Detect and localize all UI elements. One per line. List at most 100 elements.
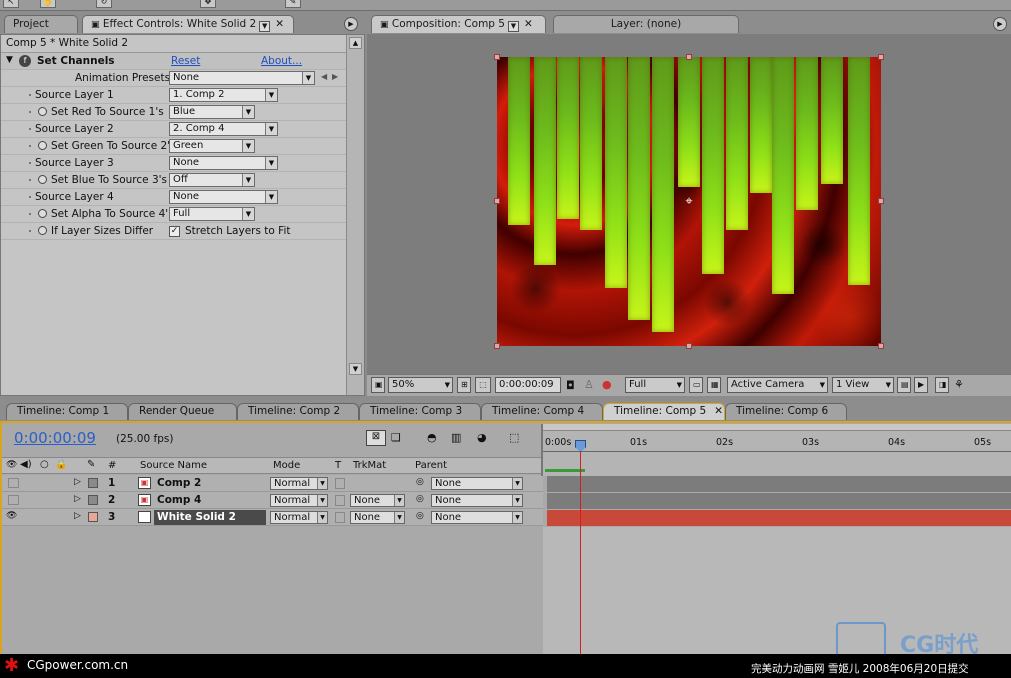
show-snapshot-icon[interactable]: ♙ xyxy=(584,378,594,391)
motion-blur-icon[interactable]: ◕ xyxy=(477,431,487,444)
pan-tool-icon[interactable]: ✥ xyxy=(200,0,216,8)
camera-select[interactable]: Active Camera ▼ xyxy=(727,377,828,393)
always-preview-icon[interactable]: ▣ xyxy=(371,377,385,393)
layer-bar-2[interactable] xyxy=(547,493,1011,509)
set-alpha-select[interactable]: Full ▼ xyxy=(169,207,255,221)
tab-composition[interactable]: ▣ Composition: Comp 5 ▼ ✕ xyxy=(371,15,546,33)
source-layer-2-select[interactable]: 2. Comp 4 ▼ xyxy=(169,122,278,136)
zoom-select[interactable]: 50% ▼ xyxy=(388,377,453,393)
hand-tool-icon[interactable]: ✋ xyxy=(40,0,56,8)
preserve-transparency-box[interactable] xyxy=(335,495,345,506)
label-color-swatch[interactable] xyxy=(88,495,98,505)
next-preset-icon[interactable]: ▶ xyxy=(332,72,338,81)
close-icon[interactable]: ✕ xyxy=(275,18,284,30)
chevron-down-icon[interactable]: ▼ xyxy=(259,21,271,32)
stopwatch-icon[interactable] xyxy=(38,175,47,184)
draft-3d-icon[interactable]: ◓ xyxy=(427,431,437,444)
panel-menu-icon[interactable]: ▶ xyxy=(344,17,358,31)
prev-preset-icon[interactable]: ◀ xyxy=(321,72,327,81)
playhead-line[interactable] xyxy=(580,452,581,654)
col-source-name[interactable]: Source Name xyxy=(140,460,207,471)
layer-row-2[interactable]: ▷ 2 ▣ Comp 4 Normal ▼ None ▼ ◎ None ▼ xyxy=(2,492,543,509)
layer-name[interactable]: Comp 4 xyxy=(157,494,201,506)
transparency-grid-icon[interactable]: ▦ xyxy=(707,377,721,393)
expand-triangle-icon[interactable]: ▼ xyxy=(6,55,13,65)
pickwhip-icon[interactable]: ◎ xyxy=(416,477,424,487)
fx-toggle-icon[interactable]: f xyxy=(19,55,31,67)
visibility-toggle[interactable] xyxy=(8,495,19,505)
expand-triangle-icon[interactable]: ▷ xyxy=(74,477,81,487)
selection-tool-icon[interactable]: ↖ xyxy=(3,0,19,8)
stopwatch-icon[interactable] xyxy=(38,141,47,150)
transform-handle[interactable] xyxy=(686,343,692,349)
mode-select[interactable]: Normal ▼ xyxy=(270,494,328,507)
timeline-timecode[interactable]: 0:00:00:09 xyxy=(14,429,96,447)
vertical-scrollbar[interactable]: ▲ ▼ xyxy=(346,35,364,395)
channels-icon[interactable]: ● xyxy=(602,378,612,391)
flowchart-icon[interactable]: ⚘ xyxy=(954,378,964,391)
work-area-bar[interactable] xyxy=(543,424,1011,431)
layer-row-3[interactable]: 👁 ▷ 3 White Solid 2 Normal ▼ None ▼ ◎ None… xyxy=(2,509,543,526)
transform-handle[interactable] xyxy=(494,54,500,60)
transform-handle[interactable] xyxy=(878,54,884,60)
transform-handle[interactable] xyxy=(878,343,884,349)
rotate-tool-icon[interactable]: ↻ xyxy=(96,0,112,8)
trkmat-select[interactable]: None ▼ xyxy=(350,511,405,524)
transform-handle[interactable] xyxy=(686,54,692,60)
tab-timeline-comp-1[interactable]: Timeline: Comp 1 xyxy=(6,403,128,420)
tab-timeline-comp-4[interactable]: Timeline: Comp 4 xyxy=(481,403,603,420)
camera-snapshot-icon[interactable]: ◘ xyxy=(566,379,575,392)
eye-icon[interactable]: 👁 xyxy=(6,511,17,521)
tab-timeline-comp-3[interactable]: Timeline: Comp 3 xyxy=(359,403,481,420)
parent-select[interactable]: None ▼ xyxy=(431,494,523,507)
toggle-pixel-aspect-icon[interactable]: ▤ xyxy=(897,377,911,393)
layer-name[interactable]: White Solid 2 xyxy=(154,510,266,525)
mode-select[interactable]: Normal ▼ xyxy=(270,477,328,490)
mode-select[interactable]: Normal ▼ xyxy=(270,511,328,524)
panel-menu-icon[interactable]: ▶ xyxy=(993,17,1007,31)
source-layer-1-select[interactable]: 1. Comp 2 ▼ xyxy=(169,88,278,102)
set-green-select[interactable]: Green ▼ xyxy=(169,139,255,153)
time-ruler[interactable]: 0:00s 01s 02s 03s 04s 05s xyxy=(541,424,1011,476)
label-color-swatch[interactable] xyxy=(88,478,98,488)
stretch-checkbox[interactable]: ✓ xyxy=(169,226,180,237)
about-link[interactable]: About... xyxy=(261,55,302,67)
region-of-interest-icon[interactable]: ▭ xyxy=(689,377,703,393)
scroll-up-icon[interactable]: ▲ xyxy=(349,37,362,49)
layer-name[interactable]: Comp 2 xyxy=(157,477,201,489)
mask-toggle-icon[interactable]: ⬚ xyxy=(475,377,491,393)
parent-select[interactable]: None ▼ xyxy=(431,477,523,490)
anchor-point-icon[interactable]: ⌖ xyxy=(682,195,696,209)
preserve-transparency-box[interactable] xyxy=(335,512,345,523)
chevron-down-icon[interactable]: ▼ xyxy=(507,21,519,32)
tab-effect-controls[interactable]: ▣ Effect Controls: White Solid 2 ▼ ✕ xyxy=(82,15,294,33)
set-blue-select[interactable]: Off ▼ xyxy=(169,173,255,187)
close-icon[interactable]: ✕ xyxy=(714,405,723,417)
tab-timeline-comp-2[interactable]: Timeline: Comp 2 xyxy=(237,403,359,420)
layer-bar-3[interactable] xyxy=(547,510,1011,526)
expand-triangle-icon[interactable]: ▷ xyxy=(74,494,81,504)
resolution-select[interactable]: Full ▼ xyxy=(625,377,685,393)
transform-handle[interactable] xyxy=(878,198,884,204)
grid-icon[interactable]: ⊞ xyxy=(457,377,471,393)
expand-triangle-icon[interactable]: ▷ xyxy=(74,511,81,521)
tab-layer[interactable]: Layer: (none) xyxy=(553,15,739,33)
tab-render-queue[interactable]: Render Queue xyxy=(128,403,237,420)
live-update-icon[interactable]: ⊠ xyxy=(366,430,386,446)
layer-bar-1[interactable] xyxy=(547,476,1011,492)
scroll-down-icon[interactable]: ▼ xyxy=(349,363,362,375)
parent-select[interactable]: None ▼ xyxy=(431,511,523,524)
reset-link[interactable]: Reset xyxy=(171,55,200,67)
animation-presets-select[interactable]: None ▼ xyxy=(169,71,315,85)
frame-blending-icon[interactable]: ▥ xyxy=(451,431,461,444)
source-layer-3-select[interactable]: None ▼ xyxy=(169,156,278,170)
close-icon[interactable]: ✕ xyxy=(524,18,533,30)
trkmat-select[interactable]: None ▼ xyxy=(350,494,405,507)
tab-project[interactable]: Project xyxy=(4,15,78,33)
pen-tool-icon[interactable]: ✎ xyxy=(285,0,301,8)
transform-handle[interactable] xyxy=(494,343,500,349)
fast-previews-icon[interactable]: ▶ xyxy=(914,377,928,393)
view-layout-select[interactable]: 1 View ▼ xyxy=(832,377,894,393)
set-red-select[interactable]: Blue ▼ xyxy=(169,105,255,119)
stopwatch-icon[interactable] xyxy=(38,107,47,116)
